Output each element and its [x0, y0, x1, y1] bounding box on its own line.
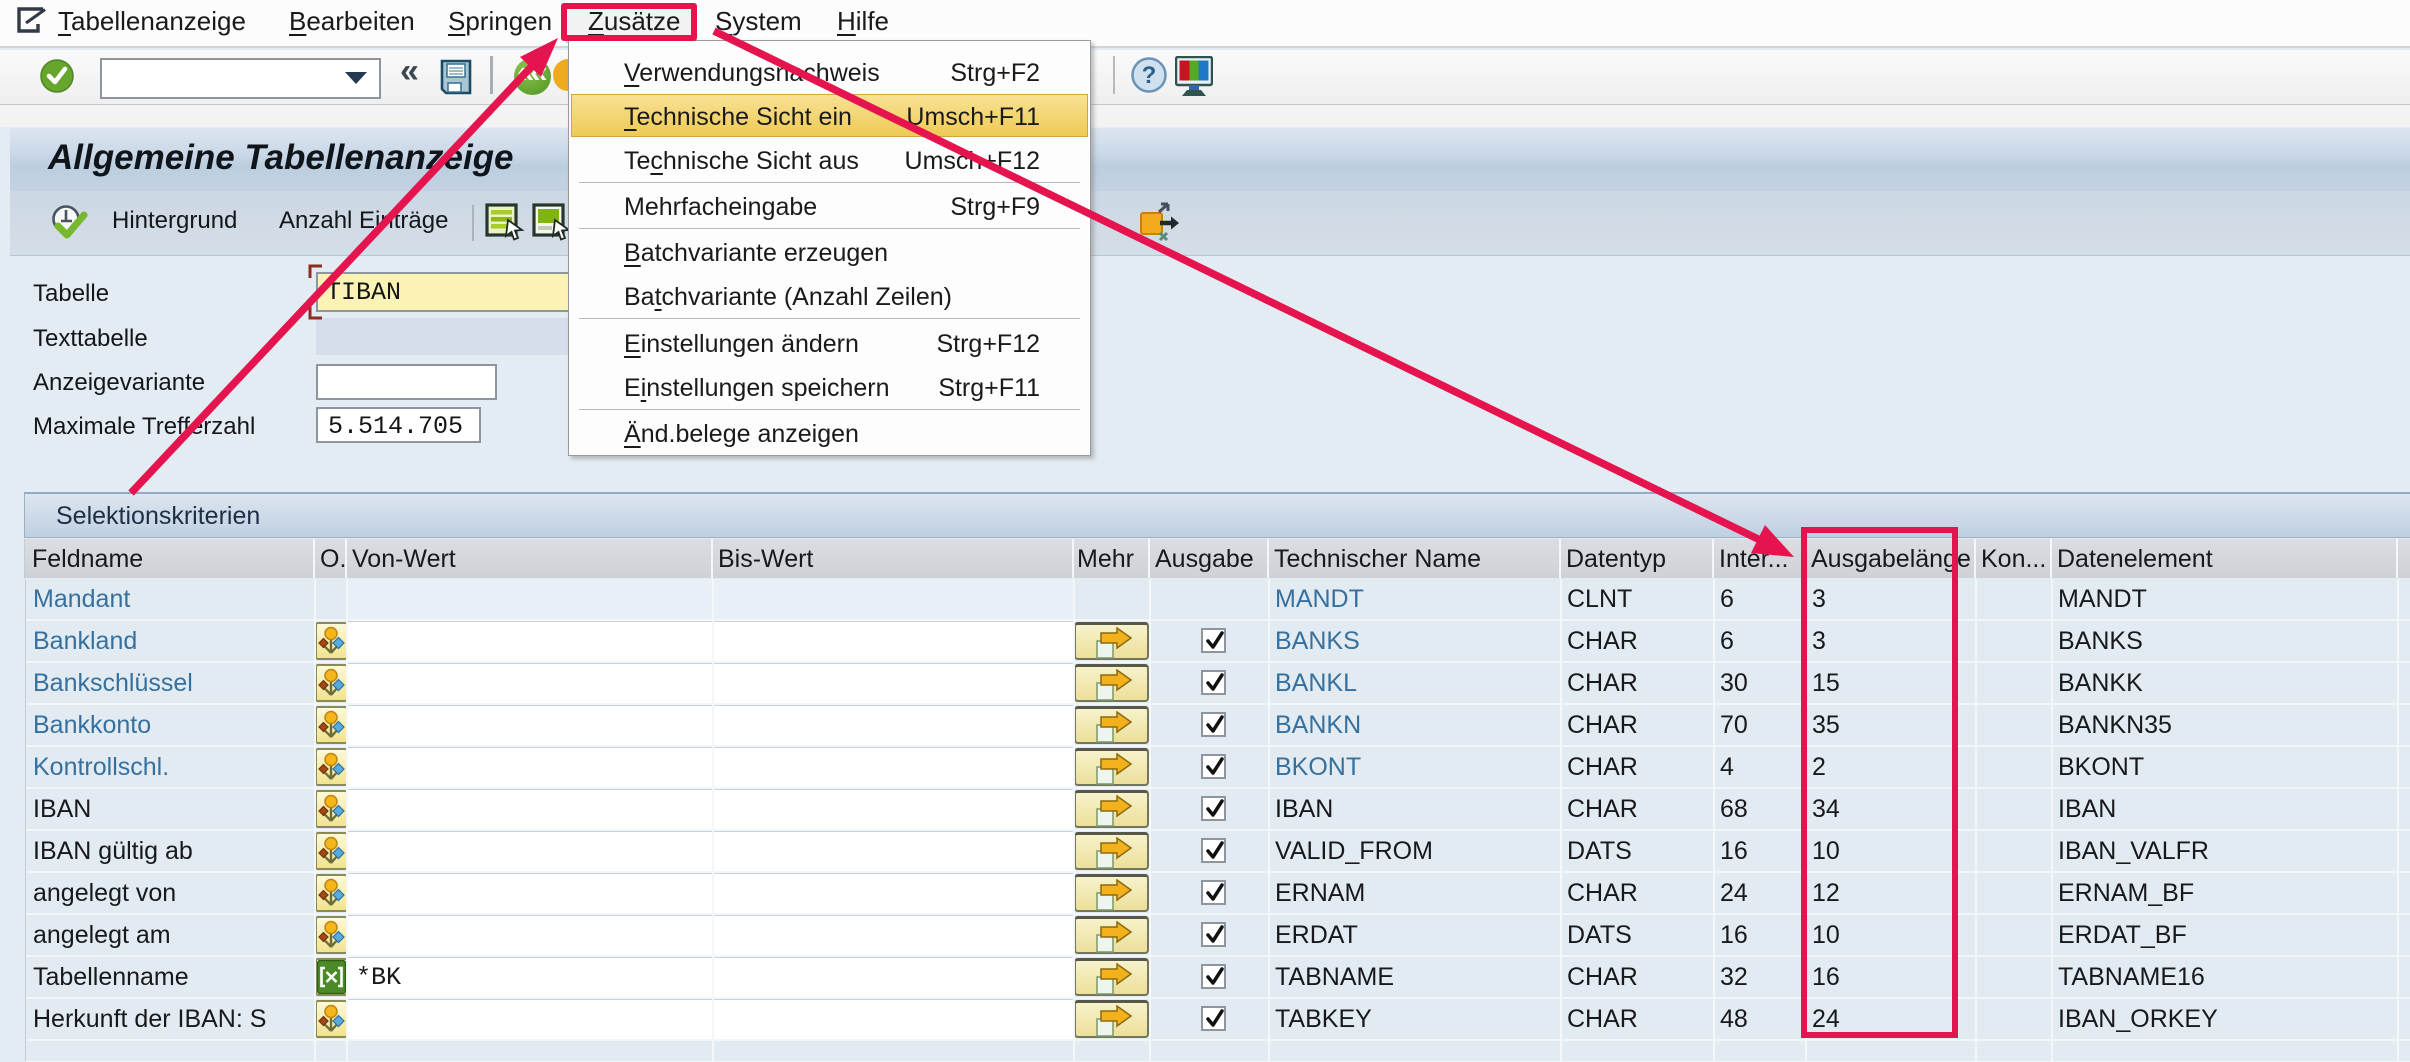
- svg-text:?: ?: [1142, 62, 1157, 89]
